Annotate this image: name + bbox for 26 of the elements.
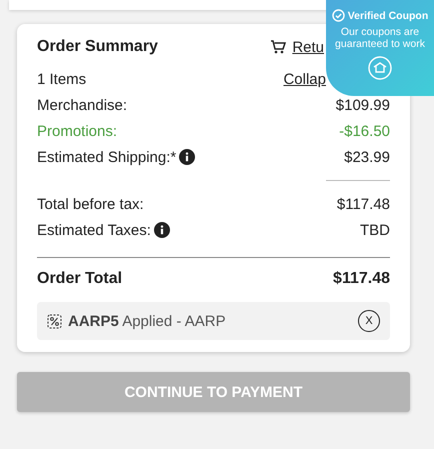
line-value: $109.99 bbox=[336, 96, 390, 114]
line-label: Merchandise: bbox=[37, 96, 128, 114]
return-link[interactable]: Retu bbox=[292, 38, 324, 56]
line-value: $23.99 bbox=[344, 148, 390, 166]
line-value: $117.48 bbox=[336, 196, 390, 212]
line-label: Estimated Taxes: bbox=[37, 222, 151, 238]
line-label: Estimated Shipping:* bbox=[37, 148, 176, 166]
badge-title: Verified Coupon bbox=[348, 10, 428, 22]
cart-icon bbox=[270, 39, 286, 55]
badge-text: Our coupons are guaranteed to work bbox=[334, 26, 426, 50]
info-icon[interactable] bbox=[154, 222, 170, 238]
total-label: Order Total bbox=[37, 270, 122, 288]
line-label: Total before tax: bbox=[37, 196, 144, 212]
line-value: -$16.50 bbox=[339, 122, 390, 140]
remove-coupon-button[interactable]: X bbox=[358, 310, 380, 332]
collapse-link[interactable]: Collap bbox=[283, 70, 326, 88]
line-label: Promotions: bbox=[37, 122, 118, 140]
house-icon bbox=[368, 56, 392, 80]
card-title: Order Summary bbox=[37, 38, 158, 56]
check-icon bbox=[332, 9, 345, 22]
info-icon[interactable] bbox=[179, 149, 196, 165]
total-value: $117.48 bbox=[333, 270, 390, 288]
line-value: TBD bbox=[360, 222, 390, 238]
items-count: 1 Items bbox=[37, 70, 86, 88]
percent-tag-icon bbox=[47, 314, 62, 328]
coupon-text: AARP5 Applied - AARP bbox=[68, 312, 227, 330]
